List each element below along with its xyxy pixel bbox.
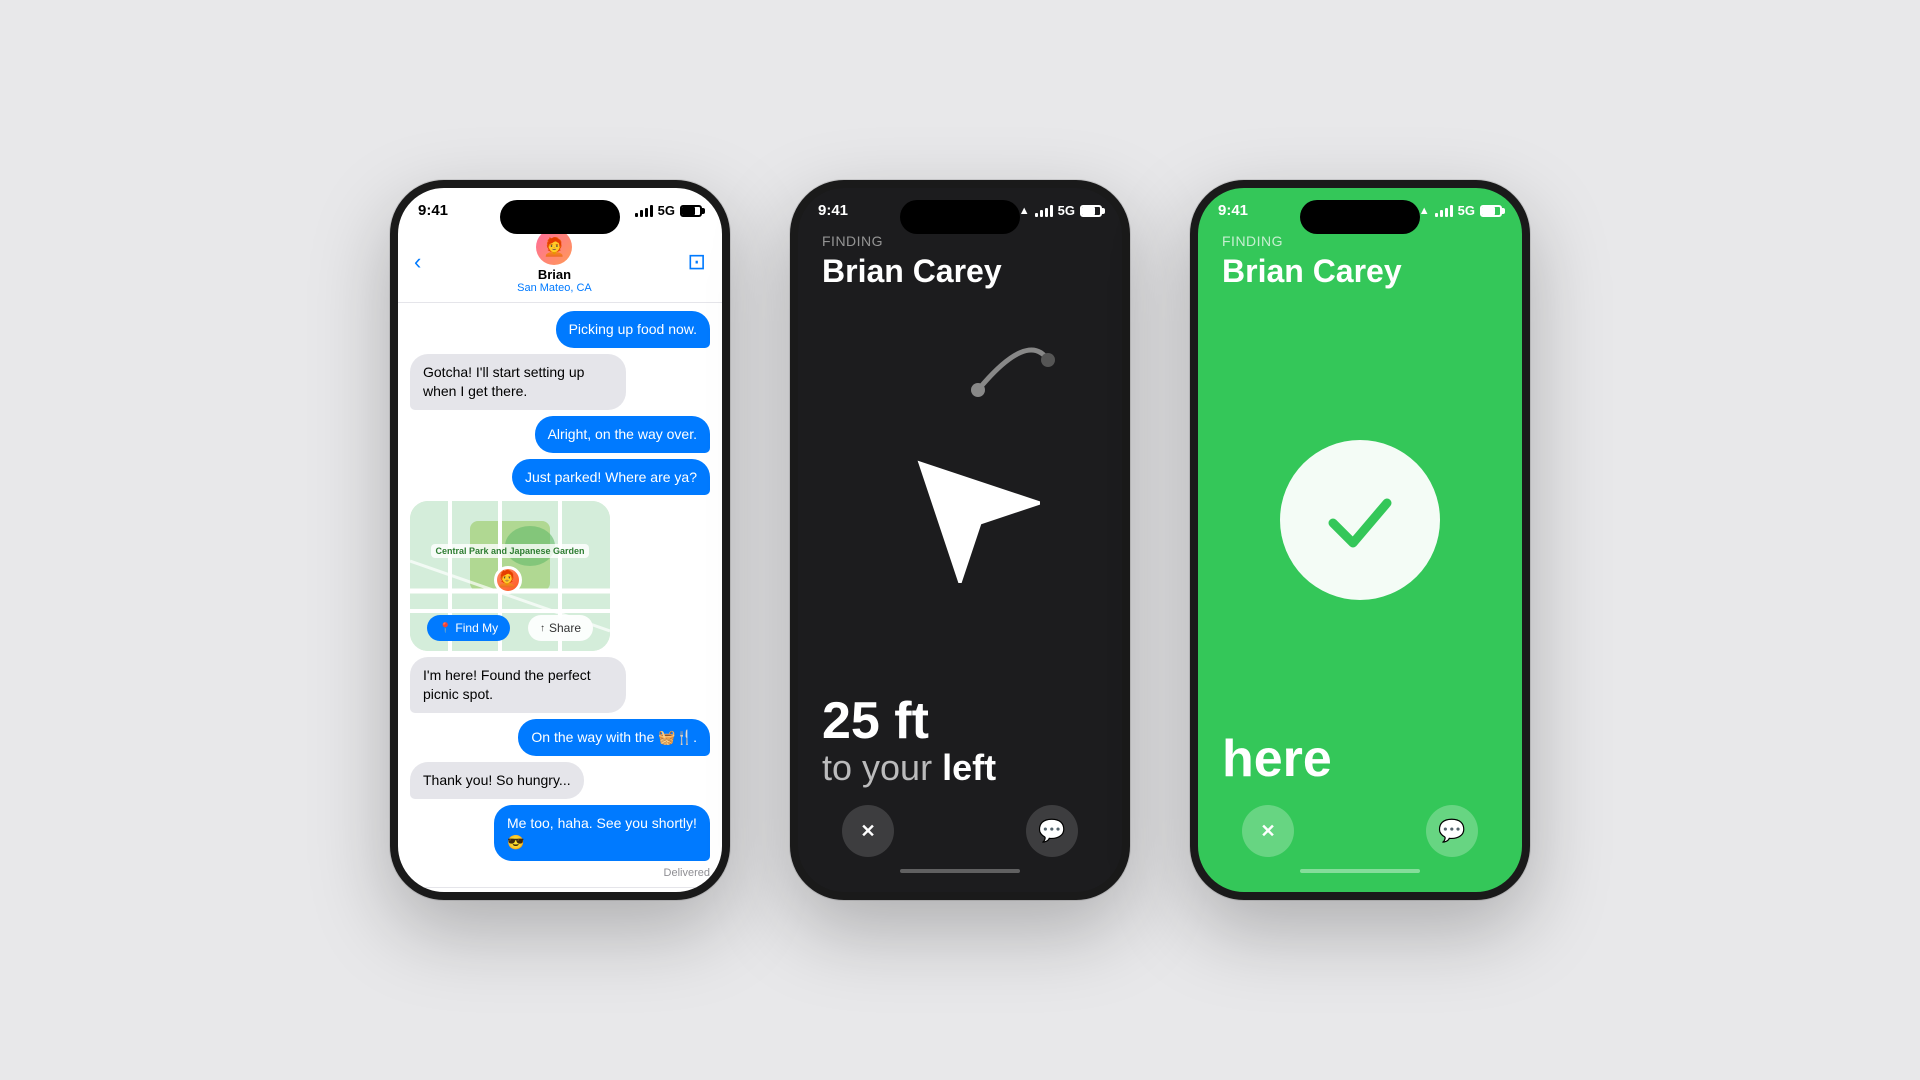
person-name-3: Brian Carey xyxy=(1222,253,1498,290)
phone-imessage: 9:41 5G ‹ 🧑‍🦰 Brian San Mateo, CA ⊡ Pick… xyxy=(390,180,730,900)
bottom-action-buttons-3: ✕ 💬 xyxy=(1222,805,1498,869)
share-location-button[interactable]: ↑ Share xyxy=(528,615,593,641)
message-bubble: Alright, on the way over. xyxy=(535,416,710,453)
message-bubble: Just parked! Where are ya? xyxy=(512,459,710,496)
message-bubble: Gotcha! I'll start setting up when I get… xyxy=(410,354,626,410)
message-bubble: I'm here! Found the perfect picnic spot. xyxy=(410,657,626,713)
video-call-button[interactable]: ⊡ xyxy=(688,249,706,275)
phone-findmy-searching: 9:41 ▲ 5G FINDING Brian Carey xyxy=(790,180,1130,900)
messages-list: Picking up food now. Gotcha! I'll start … xyxy=(398,303,722,887)
contact-location: San Mateo, CA xyxy=(517,282,592,294)
time-display-2: 9:41 xyxy=(818,202,848,219)
direction-arrow xyxy=(880,423,1040,583)
message-bubble: Thank you! So hungry... xyxy=(410,762,584,799)
signal-icon xyxy=(635,205,653,217)
signal-icon-3 xyxy=(1435,205,1453,217)
message-bubble: Me too, haha. See you shortly! 😎 xyxy=(494,805,710,861)
distance-info: 25 ft to your left xyxy=(822,695,1098,805)
message-button-3[interactable]: 💬 xyxy=(1426,805,1478,857)
message-input-field[interactable]: iMessage 🎙 xyxy=(448,896,710,900)
time-display-3: 9:41 xyxy=(1218,202,1248,219)
find-my-button[interactable]: 📍 Find My xyxy=(427,615,510,641)
findmy-found-screen: FINDING Brian Carey here ✕ 💬 xyxy=(1198,225,1522,869)
home-indicator-2 xyxy=(900,869,1020,873)
phone-findmy-found: 9:41 ▲ 5G FINDING Brian Carey xyxy=(1190,180,1530,900)
findmy-screen: FINDING Brian Carey 25 ft to your left xyxy=(798,225,1122,869)
battery-icon xyxy=(680,205,702,217)
close-button[interactable]: ✕ xyxy=(842,805,894,857)
network-label-3: 5G xyxy=(1458,203,1475,218)
here-label: here xyxy=(1222,729,1498,805)
checkmark-icon xyxy=(1315,475,1405,565)
bottom-action-buttons: ✕ 💬 xyxy=(822,805,1098,869)
message-input-bar: + iMessage 🎙 xyxy=(398,887,722,900)
location-map-bubble[interactable]: Central Park and Japanese Garden 🧑‍🦰 📍 F… xyxy=(410,501,610,651)
direction-description: to your left xyxy=(822,747,1098,789)
network-label: 5G xyxy=(658,203,675,218)
contact-info[interactable]: 🧑‍🦰 Brian San Mateo, CA xyxy=(517,229,592,294)
network-label-2: 5G xyxy=(1058,203,1075,218)
imessage-header: ‹ 🧑‍🦰 Brian San Mateo, CA ⊡ xyxy=(398,225,722,303)
dynamic-island-3 xyxy=(1300,200,1420,234)
back-button[interactable]: ‹ xyxy=(414,249,421,275)
found-indicator xyxy=(1222,310,1498,729)
message-bubble: Picking up food now. xyxy=(556,311,710,348)
dynamic-island-1 xyxy=(500,200,620,234)
map-actions: 📍 Find My ↑ Share xyxy=(410,615,610,641)
avatar: 🧑‍🦰 xyxy=(536,229,572,265)
map-location-label: Central Park and Japanese Garden xyxy=(430,546,590,557)
finding-label-3: FINDING xyxy=(1222,233,1498,249)
battery-icon-3 xyxy=(1480,205,1502,217)
contact-name: Brian xyxy=(538,267,571,282)
delivered-status: Delivered xyxy=(664,867,710,879)
person-name: Brian Carey xyxy=(822,253,1098,290)
finding-label: FINDING xyxy=(822,233,1098,249)
status-icons: 5G xyxy=(635,203,702,218)
status-icons-3: ▲ 5G xyxy=(1419,203,1502,218)
add-attachment-button[interactable]: + xyxy=(410,897,440,900)
check-circle xyxy=(1280,440,1440,600)
signal-icon-2 xyxy=(1035,205,1053,217)
close-button-3[interactable]: ✕ xyxy=(1242,805,1294,857)
dynamic-island-2 xyxy=(900,200,1020,234)
status-icons-2: ▲ 5G xyxy=(1019,203,1102,218)
message-bubble: On the way with the 🧺🍴. xyxy=(518,719,710,756)
message-button[interactable]: 💬 xyxy=(1026,805,1078,857)
location-icon-3: ▲ xyxy=(1419,205,1430,217)
time-display: 9:41 xyxy=(418,202,448,219)
home-indicator-3 xyxy=(1300,869,1420,873)
direction-display xyxy=(822,310,1098,695)
distance-value: 25 ft xyxy=(822,695,1098,747)
arc-indicator xyxy=(958,320,1058,400)
location-icon: ▲ xyxy=(1019,205,1030,217)
battery-icon-2 xyxy=(1080,205,1102,217)
